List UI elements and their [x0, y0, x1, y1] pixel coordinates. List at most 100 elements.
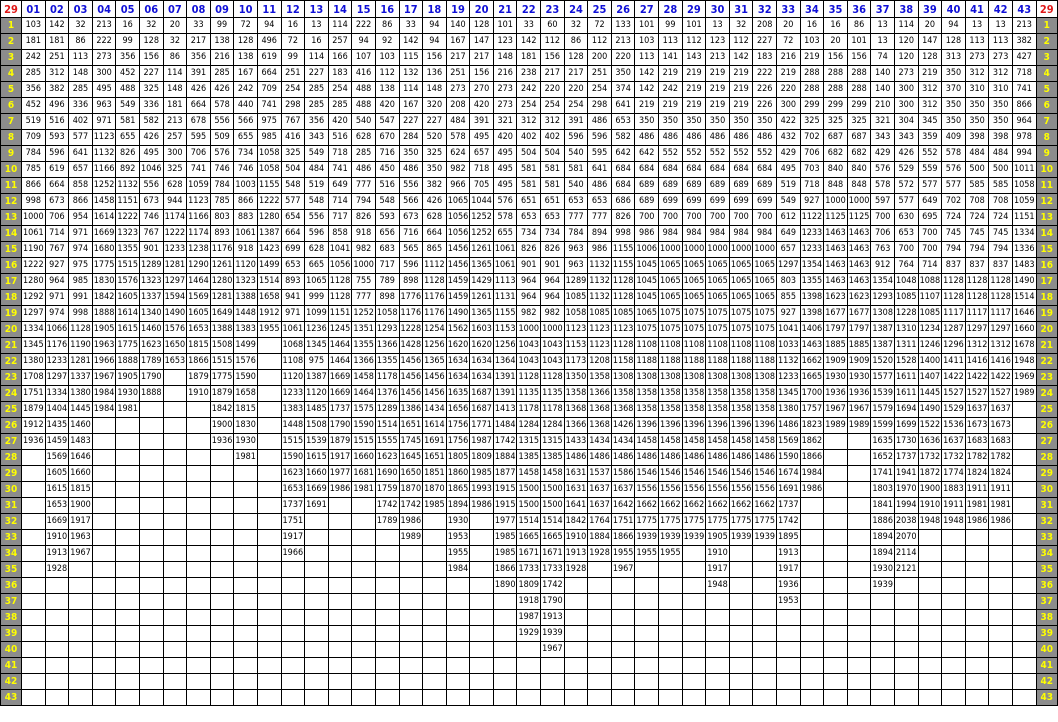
grid-cell: 1308 — [610, 369, 636, 386]
grid-cell: 901 — [540, 257, 565, 274]
grid-cell: 1742 — [776, 513, 801, 530]
grid-cell — [988, 673, 1013, 690]
grid-cell — [422, 561, 447, 578]
grid-cell — [351, 689, 376, 706]
grid-cell: 1674 — [776, 465, 801, 482]
grid-cell: 1635 — [870, 433, 895, 450]
grid-cell: 123 — [705, 33, 730, 50]
grid-cell — [846, 465, 872, 482]
grid-cell: 356 — [115, 49, 140, 66]
grid-cell: 1308 — [658, 369, 683, 386]
grid-cell: 112 — [587, 33, 612, 50]
grid-cell — [728, 609, 754, 626]
column-header: 25 — [587, 0, 612, 18]
grid-cell: 1000 — [681, 241, 707, 258]
grid-cell: 1989 — [1011, 385, 1037, 402]
grid-cell — [445, 593, 471, 610]
grid-cell — [941, 641, 966, 658]
grid-cell — [21, 561, 46, 578]
grid-cell: 1569 — [776, 433, 801, 450]
grid-cell: 784 — [21, 145, 46, 162]
grid-cell — [964, 657, 990, 674]
grid-cell: 299 — [823, 97, 848, 114]
grid-cell: 1967 — [846, 401, 872, 418]
grid-cell — [115, 465, 140, 482]
grid-cell: 745 — [964, 225, 990, 242]
grid-cell — [209, 689, 235, 706]
grid-cell: 1297 — [162, 273, 188, 290]
row-number-left: 15 — [0, 241, 22, 258]
grid-cell: 1043 — [540, 337, 565, 354]
grid-cell: 1297 — [44, 369, 70, 386]
grid-cell: 552 — [917, 145, 943, 162]
grid-cell: 1483 — [68, 433, 93, 450]
grid-cell: 1458 — [681, 433, 707, 450]
grid-cell — [799, 513, 825, 530]
row-number-left: 11 — [0, 177, 22, 194]
grid-cell: 1966 — [280, 545, 306, 562]
grid-cell: 1297 — [21, 305, 46, 322]
grid-cell — [91, 497, 117, 514]
row-number-left: 29 — [0, 465, 22, 482]
grid-cell: 138 — [374, 81, 400, 98]
grid-cell — [776, 689, 801, 706]
grid-cell — [563, 689, 589, 706]
grid-cell: 577 — [68, 129, 93, 146]
grid-cell: 254 — [516, 97, 542, 114]
grid-cell: 156 — [823, 49, 848, 66]
grid-cell: 113 — [68, 49, 93, 66]
grid-cell: 398 — [988, 129, 1013, 146]
grid-cell: 1463 — [823, 257, 848, 274]
grid-cell: 101 — [492, 17, 518, 34]
grid-cell — [256, 385, 282, 402]
grid-cell: 16 — [799, 17, 825, 34]
grid-cell: 1546 — [705, 465, 730, 482]
grid-cell: 1065 — [658, 289, 683, 306]
grid-cell: 664 — [280, 225, 306, 242]
column-header: 34 — [799, 0, 825, 18]
grid-cell: 1966 — [91, 353, 117, 370]
grid-cell: 1128 — [327, 289, 353, 306]
grid-cell — [941, 625, 966, 642]
grid-cell — [516, 689, 542, 706]
grid-cell: 1334 — [1011, 225, 1037, 242]
grid-cell: 1948 — [705, 577, 730, 594]
grid-cell: 238 — [516, 65, 542, 82]
grid-cell — [209, 625, 235, 642]
grid-cell: 1529 — [941, 401, 966, 418]
grid-cell — [21, 673, 46, 690]
grid-cell: 273 — [492, 97, 518, 114]
grid-cell — [162, 593, 188, 610]
grid-cell — [327, 497, 353, 514]
row-number-left: 21 — [0, 337, 22, 354]
grid-cell: 624 — [445, 145, 471, 162]
grid-cell: 1984 — [91, 385, 117, 402]
grid-cell: 488 — [351, 81, 376, 98]
grid-cell: 148 — [492, 49, 518, 66]
grid-cell — [21, 641, 46, 658]
grid-cell: 840 — [823, 161, 848, 178]
grid-cell: 112 — [681, 33, 707, 50]
column-header: 02 — [44, 0, 70, 18]
grid-cell — [634, 577, 660, 594]
grid-cell: 585 — [988, 177, 1013, 194]
grid-cell: 687 — [823, 129, 848, 146]
grid-cell: 974 — [68, 241, 93, 258]
grid-cell: 1653 — [280, 481, 306, 498]
grid-cell — [681, 609, 707, 626]
grid-cell: 219 — [681, 81, 707, 98]
grid-cell: 1527 — [964, 385, 990, 402]
grid-cell — [988, 529, 1013, 546]
grid-cell: 213 — [91, 17, 117, 34]
grid-cell: 1458 — [705, 433, 730, 450]
grid-cell: 1368 — [587, 401, 612, 418]
grid-cell: 181 — [44, 33, 70, 50]
grid-cell — [893, 657, 919, 674]
grid-cell: 1383 — [280, 401, 306, 418]
grid-cell: 1296 — [941, 337, 966, 354]
row-number-left: 34 — [0, 545, 22, 562]
grid-cell: 1556 — [681, 481, 707, 498]
row-number-left: 13 — [0, 209, 22, 226]
grid-cell: 1939 — [681, 529, 707, 546]
grid-cell: 1368 — [587, 417, 612, 434]
